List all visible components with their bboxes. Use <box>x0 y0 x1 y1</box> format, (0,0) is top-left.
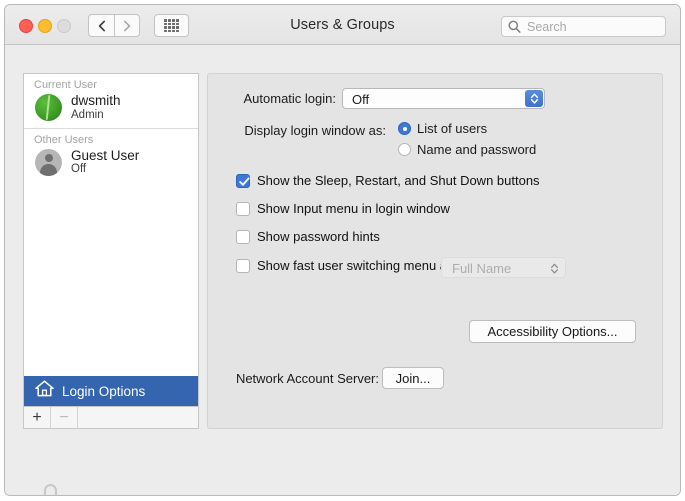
display-login-window-label: Display login window as: <box>244 123 386 138</box>
user-role: Off <box>71 163 87 176</box>
radio-list-of-users[interactable]: List of users <box>398 121 487 136</box>
list-item-guest-user[interactable]: Guest User Off <box>24 147 198 183</box>
avatar <box>35 93 62 121</box>
preferences-window: Users & Groups Current User dwsmith Admi… <box>4 4 681 496</box>
remove-user-button: − <box>51 407 78 428</box>
list-item-dwsmith[interactable]: dwsmith Admin <box>24 92 198 128</box>
automatic-login-popup[interactable]: Off <box>342 88 545 109</box>
login-options-panel: Automatic login: Off Display login windo… <box>207 73 663 429</box>
group-header-current-user: Current User <box>34 79 97 91</box>
home-icon <box>35 380 54 402</box>
checkbox-label: Show Input menu in login window <box>257 201 450 216</box>
checkbox-indicator <box>236 173 250 188</box>
automatic-login-label: Automatic login: <box>243 91 337 106</box>
chevron-up-down-icon <box>550 262 559 280</box>
user-text: dwsmith Admin <box>71 93 121 122</box>
radio-label: List of users <box>417 121 488 136</box>
radio-label: Name and password <box>417 142 537 157</box>
checkbox-label: Show fast user switching menu as <box>257 258 454 273</box>
user-name: Guest User <box>71 147 140 163</box>
checkbox-show-input-menu[interactable]: Show Input menu in login window <box>236 201 450 216</box>
add-user-button[interactable]: + <box>24 407 51 428</box>
padlock-shackle <box>44 484 57 495</box>
unlocked-padlock-icon[interactable] <box>34 484 60 495</box>
network-account-server-label: Network Account Server: <box>235 371 379 386</box>
avatar <box>35 148 62 176</box>
checkbox-indicator <box>236 201 250 216</box>
join-button[interactable]: Join... <box>382 367 444 389</box>
checkbox-show-sleep-restart-shutdown[interactable]: Show the Sleep, Restart, and Shut Down b… <box>236 173 540 188</box>
search-field[interactable] <box>501 16 666 37</box>
automatic-login-value: Off <box>352 92 370 107</box>
search-icon <box>508 20 521 39</box>
content-area: Current User dwsmith Admin Other Users G… <box>5 46 680 495</box>
radio-indicator <box>398 122 411 135</box>
checkbox-indicator <box>236 229 250 244</box>
add-remove-toolbar: + − <box>23 407 199 429</box>
radio-indicator <box>398 143 411 156</box>
sidebar-item-login-options[interactable]: Login Options <box>24 376 198 406</box>
user-name: dwsmith <box>71 93 121 108</box>
chevron-up-down-icon[interactable] <box>525 90 543 107</box>
checkbox-indicator <box>236 258 250 273</box>
checkbox-label: Show the Sleep, Restart, and Shut Down b… <box>257 173 540 188</box>
search-input[interactable] <box>525 19 659 35</box>
checkbox-show-fast-user-switching[interactable]: Show fast user switching menu as <box>236 258 454 273</box>
users-list: Current User dwsmith Admin Other Users G… <box>23 73 199 407</box>
fast-user-switching-popup: Full Name <box>441 257 566 278</box>
checkbox-label: Show password hints <box>257 229 380 244</box>
user-role: Admin <box>71 108 104 121</box>
accessibility-options-button[interactable]: Accessibility Options... <box>469 320 636 343</box>
window-toolbar: Users & Groups <box>5 5 680 45</box>
radio-name-and-password[interactable]: Name and password <box>398 142 536 157</box>
sidebar-item-label: Login Options <box>62 383 146 399</box>
checkbox-show-password-hints[interactable]: Show password hints <box>236 229 380 244</box>
group-header-other-users: Other Users <box>34 133 94 146</box>
user-text: Guest User Off <box>71 148 139 177</box>
fast-user-switching-value: Full Name <box>452 261 512 276</box>
